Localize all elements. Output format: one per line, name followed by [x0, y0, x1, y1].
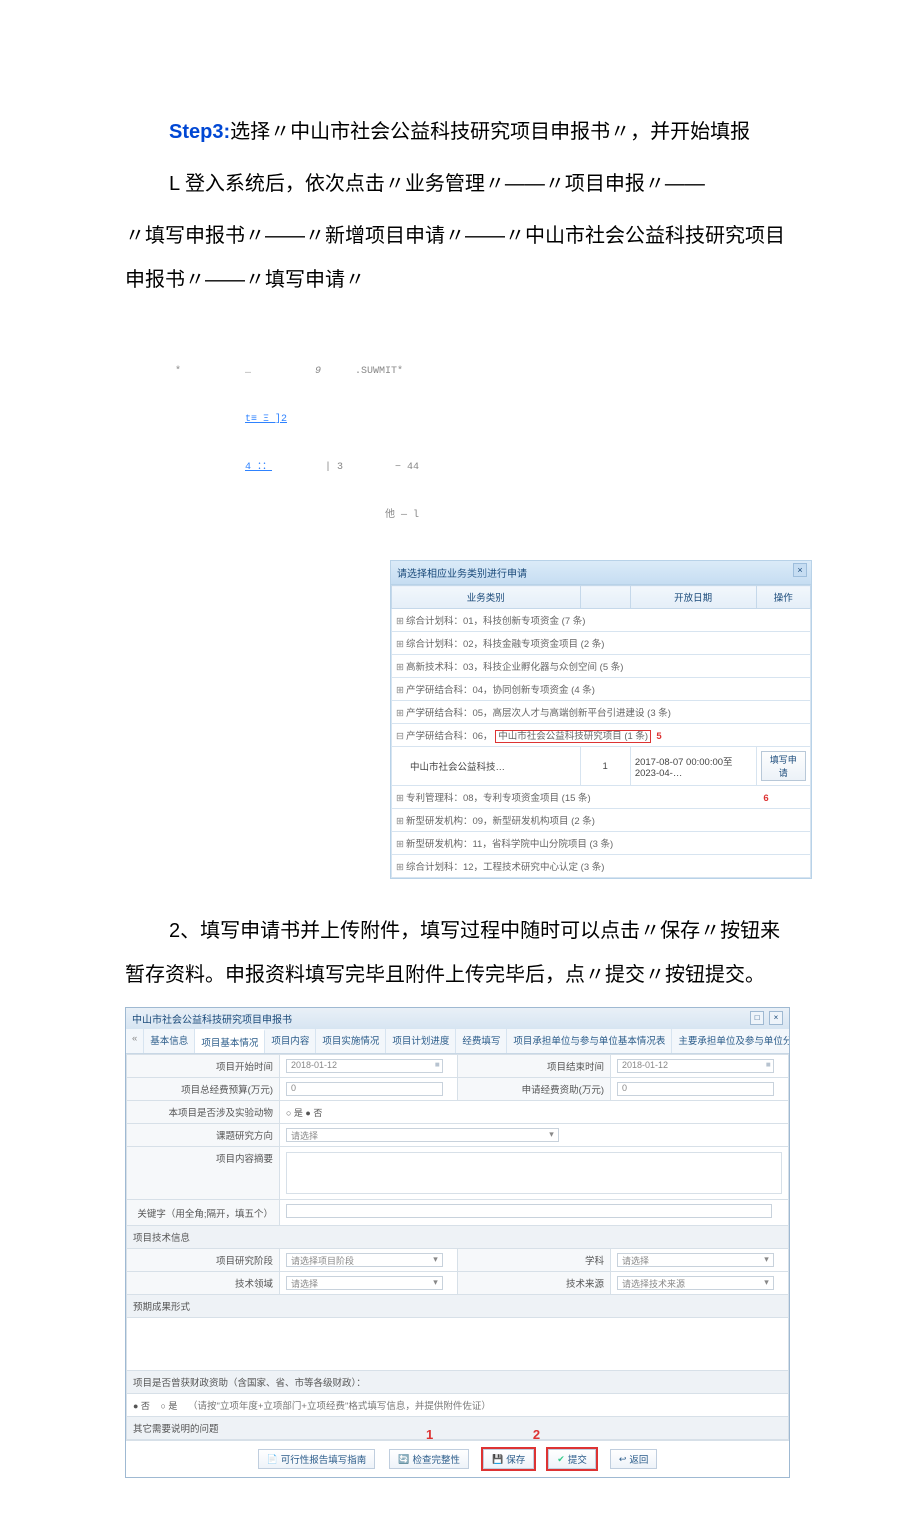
window-title: 中山市社会公益科技研究项目申报书: [132, 1011, 292, 1026]
business-type-panel: 请选择相应业务类别进行申请 × 业务类别 开放日期 操作 ⊞综合计划科：01，科…: [390, 560, 812, 879]
mark-6: 6: [763, 793, 768, 804]
figure1-artifacts: *…9.SUWMIT* t≡ Ξ ]2 4 ：：| 3− 44 他 — l: [175, 332, 775, 556]
grp-row[interactable]: ⊞高新技术科：03，科技企业孵化器与众创空间 (5 条): [392, 655, 811, 678]
tab-schedule[interactable]: 项目计划进度: [386, 1029, 456, 1053]
grp-row[interactable]: ⊞产学研结合科：05，高层次人才与高端创新平台引进建设 (3 条): [392, 701, 811, 724]
grp-row[interactable]: ⊞产学研结合科：04，协同创新专项资金 (4 条): [392, 678, 811, 701]
govfund-yes[interactable]: ○ 是: [161, 1401, 178, 1411]
panel-close-icon[interactable]: ×: [793, 563, 807, 577]
source-select[interactable]: 请选择技术来源: [617, 1276, 774, 1290]
lbl-subject: 学科: [458, 1249, 611, 1272]
save-button[interactable]: 💾 保存: [483, 1449, 534, 1469]
twisty-icon: ⊞: [396, 616, 404, 627]
lbl-end: 项目结束时间: [458, 1055, 611, 1078]
panel-title-text: 请选择相应业务类别进行申请: [397, 569, 527, 580]
section-tech: 项目技术信息: [127, 1226, 789, 1249]
grp-row[interactable]: ⊞专利管理科：08，专利专项资金项目 (15 条) 6: [392, 786, 811, 809]
submit-icon: ✔: [557, 1454, 565, 1465]
subject-select[interactable]: 请选择: [617, 1253, 774, 1267]
col-date: 开放日期: [630, 586, 756, 609]
lbl-start: 项目开始时间: [127, 1055, 280, 1078]
lbl-field: 技术领域: [127, 1272, 280, 1295]
step3-p1: L 登入系统后，依次点击〃业务管理〃——〃项目申报〃——: [125, 162, 795, 206]
start-date-input[interactable]: 2018-01-12: [286, 1059, 443, 1073]
tab-impl[interactable]: 项目实施情况: [316, 1029, 386, 1053]
grp-row[interactable]: ⊞新型研发机构：09，新型研发机构项目 (2 条): [392, 809, 811, 832]
tab-units[interactable]: 项目承担单位与参与单位基本情况表: [507, 1029, 672, 1053]
tab-budget[interactable]: 经费填写: [456, 1029, 507, 1053]
check-button[interactable]: 🔄 检查完整性: [389, 1449, 469, 1469]
guide-button[interactable]: 📄 可行性报告填写指南: [258, 1449, 376, 1469]
mark-5: 5: [656, 731, 661, 742]
keywords-input[interactable]: [286, 1204, 772, 1218]
step3-title: 选择〃中山市社会公益科技研究项目申报书〃，并开始填报: [230, 121, 750, 143]
grp-row[interactable]: ⊞综合计划科：12，工程技术研究中心认定 (3 条): [392, 855, 811, 878]
detail-name: 中山市社会公益科技…: [392, 747, 581, 786]
lbl-source: 技术来源: [458, 1272, 611, 1295]
para-2: 2、填写申请书并上传附件，填写过程中随时可以点击〃保存〃按钮来暂存资料。申报资料…: [125, 909, 795, 997]
refresh-icon: 🔄: [398, 1454, 409, 1465]
detail-count: 1: [580, 747, 630, 786]
submit-button[interactable]: ✔ 提交: [548, 1449, 596, 1469]
tab-division[interactable]: 主要承担单位及参与单位分工及经费分配计: [672, 1029, 789, 1053]
window-titlebar: 中山市社会公益科技研究项目申报书 □ ×: [126, 1008, 789, 1029]
total-budget-input[interactable]: 0: [286, 1082, 443, 1096]
figure-business-type: *…9.SUWMIT* t≡ Ξ ]2 4 ：：| 3− 44 他 — l 请选…: [175, 332, 775, 879]
detail-date: 2017-08-07 00:00:00至2023-04-…: [630, 747, 756, 786]
lbl-summary: 项目内容摘要: [127, 1147, 280, 1200]
grp-row[interactable]: ⊞新型研发机构：11，省科学院中山分院项目 (3 条): [392, 832, 811, 855]
col-name: 业务类别: [392, 586, 581, 609]
tab-basic[interactable]: 基本信息: [144, 1029, 195, 1053]
grp-row[interactable]: ⊞综合计划科：02，科技金融专项资金项目 (2 条): [392, 632, 811, 655]
step3-p2: 〃填写申报书〃——〃新增项目申请〃——〃中山市社会公益科技研究项目申报书〃——〃…: [125, 214, 795, 302]
annotation-numbers: 1 2: [426, 1427, 588, 1442]
lbl-total: 项目总经费预算(万元): [127, 1078, 280, 1101]
tab-scroll-left[interactable]: «: [126, 1029, 144, 1053]
lbl-stage: 项目研究阶段: [127, 1249, 280, 1272]
step3-label: Step3:: [169, 121, 230, 143]
direction-select[interactable]: 请选择: [286, 1128, 559, 1142]
col-blank: [580, 586, 630, 609]
govfund-no[interactable]: ● 否: [133, 1401, 150, 1411]
lab-radio[interactable]: ○ 是 ● 否: [280, 1101, 789, 1124]
save-icon: 💾: [492, 1454, 503, 1465]
fill-apply-button[interactable]: 填写申请: [761, 751, 807, 781]
section-govfund: 项目是否曾获财政资助（含国家、省、市等各级财政）：: [127, 1371, 789, 1394]
business-type-table: 业务类别 开放日期 操作 ⊞综合计划科：01，科技创新专项资金 (7 条) ⊞综…: [391, 585, 811, 878]
govfund-hint: （请按"立项年度+立项部门+立项经费"格式填写信息，并提供附件佐证）: [188, 1401, 491, 1412]
stage-select[interactable]: 请选择项目阶段: [286, 1253, 443, 1267]
lbl-keywords: 关键字（用全角;隔开，填五个）: [127, 1200, 280, 1226]
doc-icon: 📄: [267, 1454, 278, 1465]
lbl-lab: 本项目是否涉及实验动物: [127, 1101, 280, 1124]
figure-form-window: 中山市社会公益科技研究项目申报书 □ × « 基本信息 项目基本情况 项目内容 …: [125, 1007, 790, 1478]
summary-textarea[interactable]: [286, 1152, 782, 1194]
window-max-icon[interactable]: □: [750, 1011, 764, 1025]
back-icon: ↩: [619, 1454, 627, 1465]
lbl-apply: 申请经费资助(万元): [458, 1078, 611, 1101]
back-button[interactable]: ↩ 返回: [610, 1449, 658, 1469]
window-close-icon[interactable]: ×: [769, 1011, 783, 1025]
col-op: 操作: [756, 586, 811, 609]
grp-row[interactable]: ⊞综合计划科：01，科技创新专项资金 (7 条): [392, 609, 811, 632]
output-textarea[interactable]: [127, 1318, 789, 1371]
section-output: 预期成果形式: [127, 1295, 789, 1318]
form-footer: 1 2 📄 可行性报告填写指南 🔄 检查完整性 💾 保存 ✔: [126, 1440, 789, 1477]
end-date-input[interactable]: 2018-01-12: [617, 1059, 774, 1073]
panel-title: 请选择相应业务类别进行申请 ×: [391, 561, 811, 585]
apply-budget-input[interactable]: 0: [617, 1082, 774, 1096]
highlighted-business: 中山市社会公益科技研究项目 (1 条): [495, 730, 651, 743]
step3-heading: Step3:选择〃中山市社会公益科技研究项目申报书〃，并开始填报: [125, 110, 795, 154]
field-select[interactable]: 请选择: [286, 1276, 443, 1290]
tab-strip: « 基本信息 项目基本情况 项目内容 项目实施情况 项目计划进度 经费填写 项目…: [126, 1029, 789, 1054]
grp-row-highlight[interactable]: ⊟产学研结合科：06， 中山市社会公益科技研究项目 (1 条) 5: [392, 724, 811, 747]
tab-content[interactable]: 项目内容: [265, 1029, 316, 1053]
tab-project-basic[interactable]: 项目基本情况: [195, 1029, 265, 1053]
lbl-dir: 课题研究方向: [127, 1124, 280, 1147]
